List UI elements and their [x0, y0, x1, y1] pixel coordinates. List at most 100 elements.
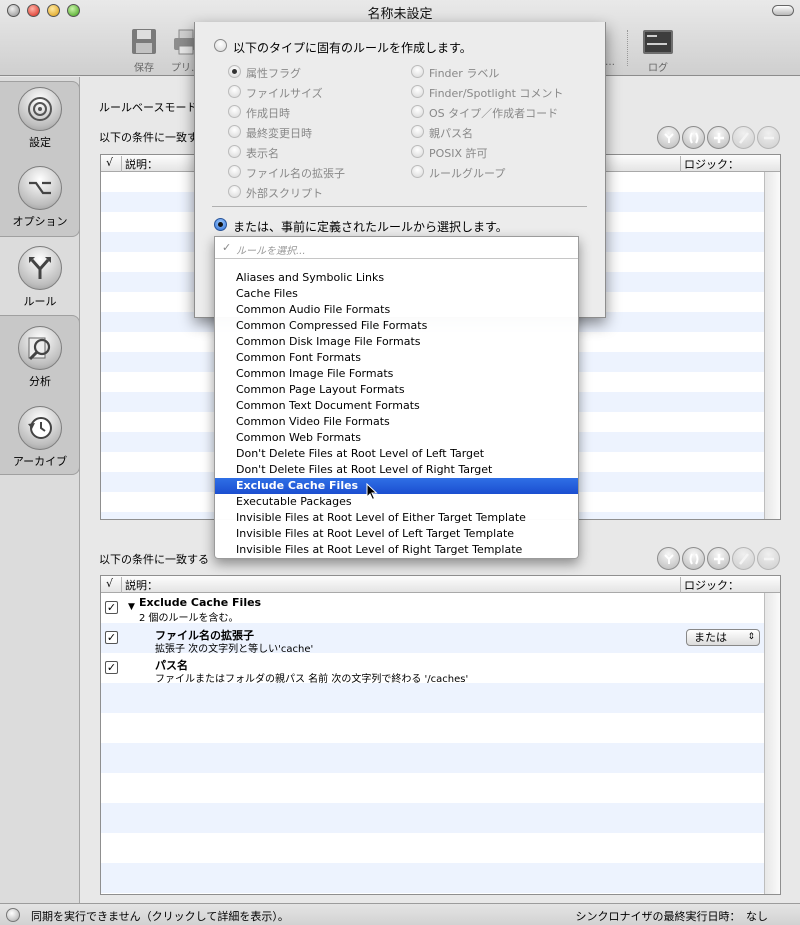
type-option-label: Finder ラベル	[429, 67, 500, 80]
sheet-divider	[212, 206, 587, 207]
add-rule-button[interactable]	[707, 126, 730, 149]
group-rule-button[interactable]	[682, 126, 705, 149]
type-option-label: 作成日時	[246, 107, 290, 120]
menu-item[interactable]: Common Video File Formats	[215, 414, 578, 430]
upper-rule-buttons	[657, 126, 780, 149]
group-rule-button[interactable]	[682, 547, 705, 570]
logic-column-header[interactable]: ロジック：	[680, 156, 739, 172]
sidebar-item-label: ルール	[23, 295, 57, 308]
type-option-label: 最終変更日時	[246, 127, 312, 140]
target-icon	[18, 87, 62, 131]
disclosure-triangle-icon[interactable]: ▼	[128, 602, 135, 612]
table-row[interactable]: ✓ パス名 ファイルまたはフォルダの親パス 名前 次の文字列で終わる '/cac…	[101, 653, 764, 685]
rule-subtitle: 2 個のルールを含む。	[139, 613, 239, 624]
sidebar-item-label: 分析	[29, 375, 51, 388]
checkmark-icon: ✓	[222, 241, 232, 254]
type-radio[interactable]	[228, 165, 241, 178]
type-radio[interactable]	[411, 125, 424, 138]
menu-item[interactable]: Executable Packages	[215, 494, 578, 510]
predefined-rule-menu: ✓ ルールを選択... Aliases and Symbolic Links C…	[214, 236, 579, 559]
rule-subtitle: ファイルまたはフォルダの親パス 名前 次の文字列で終わる '/caches'	[155, 674, 469, 685]
type-option-label: OS タイプ／作成者コード	[429, 107, 559, 120]
toolbar-save-button[interactable]: 保存	[126, 28, 162, 74]
rule-checkbox[interactable]: ✓	[105, 661, 118, 674]
menu-item[interactable]: Common Compressed File Formats	[215, 318, 578, 334]
add-rule-button[interactable]	[707, 547, 730, 570]
table-row[interactable]: ✓ ファイル名の拡張子 拡張子 次の文字列と等しい'cache' または ⇕	[101, 623, 764, 655]
type-radio[interactable]	[228, 145, 241, 158]
toolbar-pill-button[interactable]	[772, 5, 794, 16]
table-header: √ 説明： ロジック：	[101, 576, 780, 593]
toolbar-save-label: 保存	[134, 63, 154, 74]
type-option-label: Finder/Spotlight コメント	[429, 87, 564, 100]
rule-checkbox[interactable]: ✓	[105, 601, 118, 614]
menu-item[interactable]: Common Font Formats	[215, 350, 578, 366]
remove-rule-button[interactable]	[757, 126, 780, 149]
type-radio[interactable]	[411, 65, 424, 78]
menu-item[interactable]: Common Web Formats	[215, 430, 578, 446]
remove-rule-button[interactable]	[757, 547, 780, 570]
type-radio[interactable]	[228, 85, 241, 98]
sidebar-item-archive[interactable]: アーカイブ	[0, 406, 80, 469]
description-column-header[interactable]: 説明：	[121, 577, 158, 593]
rule-checkbox[interactable]: ✓	[105, 631, 118, 644]
logic-popup-button[interactable]: または ⇕	[686, 629, 760, 646]
sidebar-item-analyze[interactable]: 分析	[0, 326, 80, 389]
menu-item[interactable]: Common Page Layout Formats	[215, 382, 578, 398]
popup-arrows-icon: ⇕	[747, 632, 755, 642]
type-option-label: 属性フラグ	[246, 67, 301, 80]
magnifier-document-icon	[18, 326, 62, 370]
mouse-pointer-icon	[366, 483, 378, 501]
type-radio[interactable]	[411, 105, 424, 118]
sync-warning-icon[interactable]	[6, 908, 20, 922]
menu-placeholder-row[interactable]: ✓ ルールを選択...	[215, 237, 578, 259]
type-radio[interactable]	[411, 145, 424, 158]
type-option-label: POSIX 許可	[429, 147, 488, 160]
sidebar-item-rules[interactable]: ルール	[0, 246, 80, 309]
table-row[interactable]: ✓ ▼ Exclude Cache Files 2 個のルールを含む。	[101, 593, 764, 624]
menu-item[interactable]: Common Disk Image File Formats	[215, 334, 578, 350]
menu-item[interactable]: Invisible Files at Root Level of Right T…	[215, 542, 578, 558]
lower-condition-label: 以下の条件に一致する	[99, 553, 209, 566]
predefined-rule-label: または、事前に定義されたルールから選択します。	[233, 220, 508, 234]
type-radio[interactable]	[411, 85, 424, 98]
branch-rule-button[interactable]	[657, 126, 680, 149]
logic-column-header[interactable]: ロジック：	[680, 577, 739, 593]
menu-item[interactable]: Don't Delete Files at Root Level of Righ…	[215, 462, 578, 478]
toolbar-separator	[627, 30, 628, 66]
log-console-icon	[642, 28, 674, 56]
menu-item[interactable]: Invisible Files at Root Level of Either …	[215, 510, 578, 526]
check-column-header[interactable]: √	[106, 156, 113, 169]
type-option-label: 表示名	[246, 147, 279, 160]
menu-item[interactable]: Common Image File Formats	[215, 366, 578, 382]
type-radio[interactable]	[228, 105, 241, 118]
menu-item[interactable]: Common Text Document Formats	[215, 398, 578, 414]
sync-status-text[interactable]: 同期を実行できません（クリックして詳細を表示）。	[31, 908, 289, 924]
menu-item[interactable]: Cache Files	[215, 286, 578, 302]
type-radio[interactable]	[228, 125, 241, 138]
branch-arrows-icon	[18, 246, 62, 290]
menu-item-highlighted[interactable]: Exclude Cache Files	[215, 478, 578, 494]
sidebar-item-options[interactable]: オプション	[0, 166, 80, 229]
edit-rule-button[interactable]	[732, 547, 755, 570]
branch-rule-button[interactable]	[657, 547, 680, 570]
sidebar-item-label: 設定	[29, 136, 51, 149]
type-radio[interactable]	[411, 165, 424, 178]
menu-item[interactable]: Common Audio File Formats	[215, 302, 578, 318]
menu-item[interactable]: Aliases and Symbolic Links	[215, 270, 578, 286]
toolbar-log-button[interactable]: ログ	[640, 28, 676, 74]
menu-item[interactable]: Invisible Files at Root Level of Left Ta…	[215, 526, 578, 542]
predefined-rule-radio[interactable]	[214, 218, 227, 231]
toolbar-log-label: ログ	[648, 63, 668, 74]
check-column-header[interactable]: √	[106, 577, 113, 590]
menu-item[interactable]: Don't Delete Files at Root Level of Left…	[215, 446, 578, 462]
type-radio[interactable]	[228, 185, 241, 198]
edit-rule-button[interactable]	[732, 126, 755, 149]
type-option-label: ファイル名の拡張子	[246, 167, 345, 180]
upper-table-scrollbar[interactable]	[764, 172, 780, 519]
sidebar-item-settings[interactable]: 設定	[0, 87, 80, 150]
custom-rule-radio[interactable]	[214, 39, 227, 52]
type-radio[interactable]	[228, 65, 241, 78]
description-column-header[interactable]: 説明：	[121, 156, 158, 172]
lower-table-scrollbar[interactable]	[764, 593, 780, 894]
